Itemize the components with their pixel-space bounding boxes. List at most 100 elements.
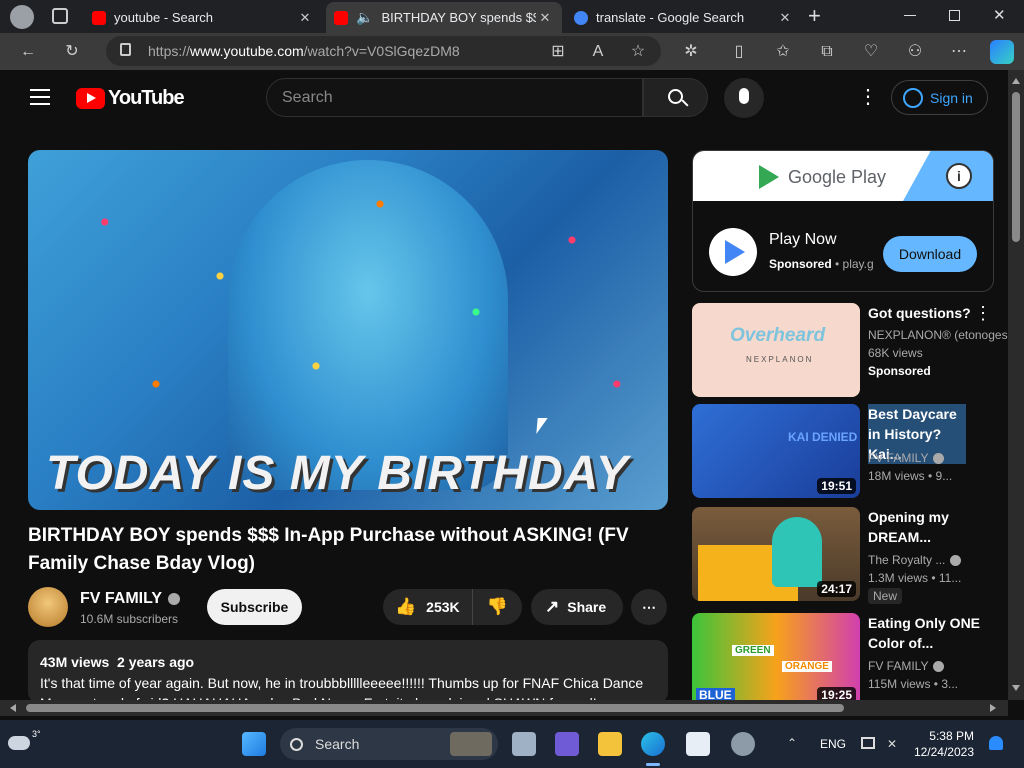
- dislike-button[interactable]: 👎: [473, 597, 522, 617]
- more-menu-icon[interactable]: ⋯: [948, 41, 970, 63]
- list-item[interactable]: Overheard NEXPLANON Got questions? ⋮ NEX…: [692, 303, 1012, 399]
- youtube-favicon-icon: [334, 10, 348, 25]
- read-aloud-icon[interactable]: A: [587, 41, 609, 63]
- copilot-icon[interactable]: [990, 40, 1014, 64]
- tray-overflow-icon[interactable]: ⌃: [787, 736, 797, 750]
- start-button-icon[interactable]: [242, 732, 266, 756]
- thumbnail-text: KAI DENIED: [788, 430, 858, 444]
- language-indicator[interactable]: ENG: [820, 737, 846, 751]
- thumbnail-text: Overheard: [730, 325, 826, 346]
- horizontal-scrollbar-thumb[interactable]: [26, 704, 844, 712]
- ad-brand: Google Play: [788, 167, 887, 187]
- search-button[interactable]: [643, 78, 708, 117]
- share-icon: ↗: [545, 597, 560, 616]
- file-explorer-icon[interactable]: [598, 732, 622, 756]
- extensions-icon[interactable]: ✲: [680, 41, 702, 63]
- subscribe-button[interactable]: Subscribe: [207, 589, 302, 625]
- view-count: 43M views: [40, 654, 110, 670]
- weather-widget[interactable]: 3°: [8, 728, 41, 750]
- sign-in-label: Sign in: [930, 89, 973, 106]
- chat-app-icon[interactable]: [555, 732, 579, 756]
- store-icon[interactable]: [686, 732, 710, 756]
- list-item[interactable]: KAI DENIED 19:51 Best Daycare in History…: [692, 404, 1012, 500]
- scroll-left-arrow[interactable]: [10, 704, 16, 712]
- task-view-icon[interactable]: [512, 732, 536, 756]
- ad-sponsored: Sponsored: [769, 257, 832, 271]
- minimize-button[interactable]: [904, 15, 916, 16]
- tab-actions-icon[interactable]: [52, 8, 68, 24]
- taskbar-search[interactable]: Search: [280, 728, 498, 760]
- scrollbar-thumb[interactable]: [1012, 92, 1020, 242]
- performance-icon[interactable]: ♡: [860, 41, 882, 63]
- channel-avatar[interactable]: [28, 587, 68, 627]
- like-button[interactable]: 👍 253K: [383, 589, 473, 625]
- edge-browser-icon[interactable]: [641, 732, 665, 756]
- search-input[interactable]: Search: [266, 78, 643, 117]
- thumbnail-subtext: NEXPLANON: [746, 355, 814, 364]
- address-field[interactable]: https://www.youtube.com/watch?v=V0SlGqez…: [106, 36, 661, 66]
- horizontal-scrollbar[interactable]: [0, 700, 1008, 716]
- temperature: 3°: [32, 729, 41, 739]
- tab-google-search[interactable]: translate - Google Search ✕: [566, 2, 802, 33]
- rec-title: Got questions?: [868, 305, 971, 321]
- close-window-button[interactable]: ✕: [993, 6, 1006, 24]
- youtube-logo[interactable]: YouTube: [76, 87, 185, 110]
- share-button[interactable]: ↗ Share: [531, 589, 623, 625]
- favorites-icon[interactable]: ✩: [772, 41, 794, 63]
- new-tab-button[interactable]: +: [808, 4, 830, 28]
- video-thumbnail: GREEN ORANGE BLUE 19:25: [692, 613, 860, 707]
- channel-name[interactable]: FV FAMILY: [80, 590, 181, 608]
- network-icon[interactable]: [861, 737, 875, 749]
- scroll-up-arrow[interactable]: [1012, 78, 1020, 84]
- video-player[interactable]: TODAY IS MY BIRTHDAY: [28, 150, 668, 510]
- thumbnail-label: GREEN: [732, 645, 774, 656]
- rec-badge: Sponsored: [868, 364, 931, 378]
- scroll-right-arrow[interactable]: [990, 704, 996, 712]
- tab-video[interactable]: 🔈 BIRTHDAY BOY spends $$$ ✕: [326, 2, 562, 33]
- video-thumbnail: Overheard NEXPLANON: [692, 303, 860, 397]
- taskbar-search-label: Search: [315, 736, 360, 752]
- close-tab-icon[interactable]: ✕: [536, 10, 554, 26]
- notification-bell-icon[interactable]: [989, 736, 1003, 750]
- close-tab-icon[interactable]: ✕: [296, 10, 314, 26]
- restore-button[interactable]: [949, 10, 960, 21]
- settings-dots-icon[interactable]: ⋮: [858, 86, 878, 108]
- more-actions-button[interactable]: ⋯: [631, 589, 667, 625]
- favorite-star-icon[interactable]: ☆: [627, 41, 649, 63]
- video-title: BIRTHDAY BOY spends $$$ In-App Purchase …: [28, 525, 629, 574]
- speaker-icon[interactable]: 🔈: [356, 9, 373, 26]
- tab-youtube-search[interactable]: youtube - Search ✕: [84, 2, 322, 33]
- rec-menu-icon[interactable]: ⋮: [974, 303, 992, 324]
- clock[interactable]: 5:38 PM 12/24/2023: [910, 728, 974, 760]
- list-item[interactable]: 24:17 Opening my DREAM... The Royalty ..…: [692, 507, 1012, 604]
- refresh-icon[interactable]: ↻: [61, 41, 83, 63]
- google-play-ad[interactable]: Google Play i Play Now Sponsored • play.…: [692, 150, 994, 292]
- settings-gear-icon[interactable]: [731, 732, 755, 756]
- back-icon[interactable]: ←: [17, 41, 39, 63]
- new-badge: New: [868, 588, 903, 604]
- thumbs-down-icon: 👎: [486, 597, 509, 616]
- description-box[interactable]: 43M views 2 years ago It's that time of …: [28, 640, 668, 704]
- workspaces-icon[interactable]: ⚇: [904, 41, 926, 63]
- app-available-icon[interactable]: ⊞: [547, 41, 569, 63]
- profile-avatar[interactable]: [10, 5, 34, 29]
- sign-in-button[interactable]: Sign in: [891, 80, 988, 115]
- list-item[interactable]: GREEN ORANGE BLUE 19:25 Eating Only ONE …: [692, 613, 1012, 709]
- volume-muted-icon[interactable]: ✕: [887, 737, 897, 751]
- rec-meta: 115M views • 3...: [868, 677, 959, 691]
- rec-channel: NEXPLANON® (etonoges: [868, 328, 1008, 342]
- verified-icon: [168, 593, 181, 605]
- ad-info-icon[interactable]: i: [946, 163, 972, 189]
- scroll-down-arrow[interactable]: [1012, 685, 1020, 691]
- like-dislike-group: 👍 253K 👎: [383, 589, 522, 625]
- split-screen-icon[interactable]: ▯: [728, 41, 750, 63]
- rec-title: Eating Only ONE Color of...: [868, 615, 981, 651]
- collections-icon[interactable]: ⧉: [816, 41, 838, 63]
- hamburger-menu-icon[interactable]: [30, 89, 50, 105]
- ad-download-button[interactable]: Download: [883, 236, 977, 272]
- clock-time: 5:38 PM: [929, 729, 974, 743]
- thumbs-up-icon: 👍: [395, 597, 417, 616]
- voice-search-button[interactable]: [724, 78, 764, 118]
- vertical-scrollbar[interactable]: [1008, 70, 1024, 700]
- close-tab-icon[interactable]: ✕: [776, 10, 794, 26]
